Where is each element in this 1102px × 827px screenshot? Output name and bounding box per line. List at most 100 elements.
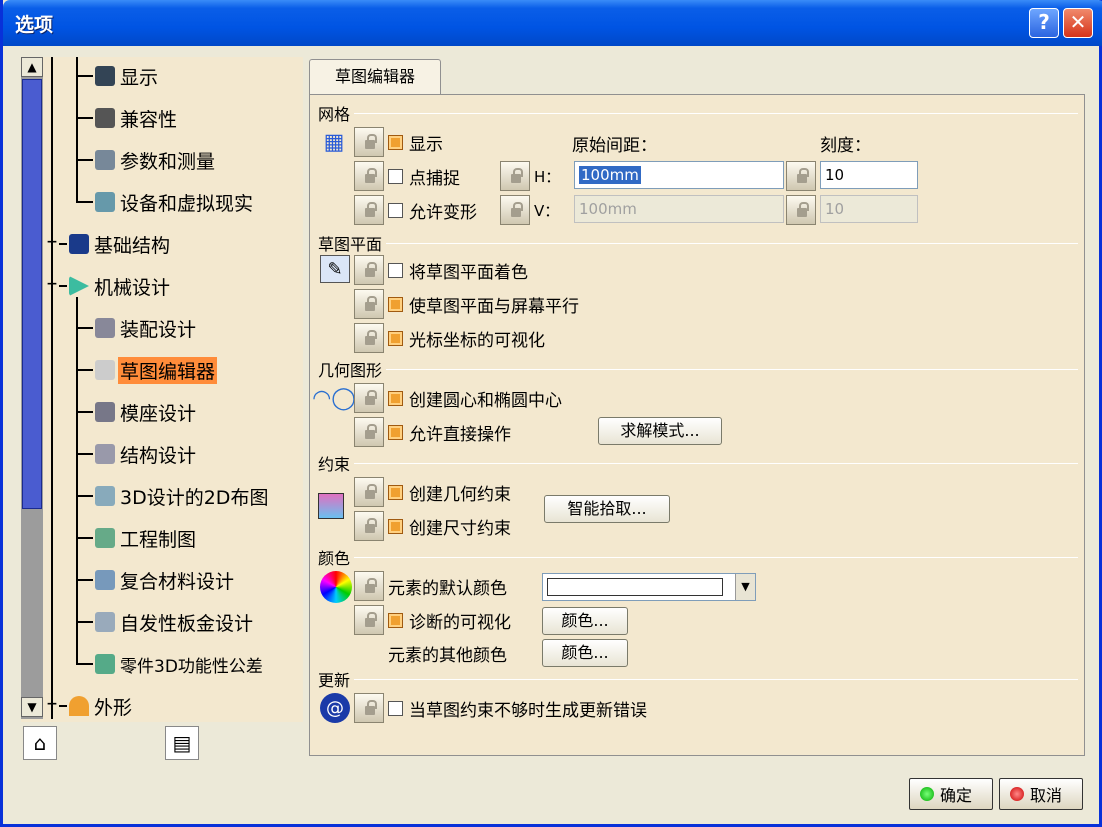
parallel-screen-checkbox[interactable] [388,296,403,312]
h-label: H： [534,167,561,186]
shade-plane-row: 将草图平面着色 [354,255,528,285]
tree-scrollbar[interactable]: ▲ ▼ [21,57,43,719]
window-title: 选项 [15,14,54,36]
tree-item-label: 外形 [94,696,133,719]
h-grad-lock [786,161,820,191]
lock-icon[interactable] [354,161,384,191]
default-color-row: 元素的默认颜色 [354,571,507,601]
grid-display-checkbox[interactable] [388,134,403,150]
smartpick-button[interactable]: 智能拾取... [544,495,670,523]
tree-item-sketcher[interactable]: 草图编辑器 [77,355,218,385]
expand-icon[interactable]: + [46,235,58,249]
tree-item-sheetmetal[interactable]: 自发性板金设计 [77,607,255,637]
lock-icon[interactable] [354,127,384,157]
options-tree: ▲ ▼ 显示 兼容性 参数和测量 设备和虚拟现实 + 基础结构 − 机械设计 装… [21,57,303,722]
h-spacing-row: H： [500,161,560,191]
tree-item-label: 工程制图 [120,528,197,551]
lock-icon[interactable] [354,255,384,285]
lock-icon[interactable] [354,417,384,447]
lock-icon[interactable] [786,195,816,225]
update-error-checkbox[interactable] [388,700,403,716]
tree-line [51,57,53,719]
lock-icon[interactable] [354,693,384,723]
tab-sketcher[interactable]: 草图编辑器 [309,59,441,95]
lock-icon[interactable] [786,161,816,191]
tree-item-drafting[interactable]: 工程制图 [77,523,198,553]
options-window: 选项 ? ✕ ▲ ▼ 显示 兼容性 参数和测量 设备和虚拟现实 + 基础结构 −… [0,0,1102,827]
sheetmetal-icon [95,612,115,632]
collapse-icon[interactable]: − [46,277,58,291]
solving-mode-button[interactable]: 求解模式... [598,417,722,445]
h-spacing-input[interactable]: 100mm [574,161,784,189]
constraint-icon [318,493,344,519]
circle-center-icon: ◠◯ [312,385,356,411]
scroll-up-button[interactable]: ▲ [21,57,43,77]
dimensional-constraints-checkbox[interactable] [388,518,403,534]
lock-icon[interactable] [354,323,384,353]
tree-item-display[interactable]: 显示 [77,61,160,91]
sketcher-options-panel: 网格 ▦ 显示 原始间距： 刻度： 点捕捉 H： 100mm 10 允许变形 V… [309,94,1085,756]
tree-item-label: 3D设计的2D布图 [120,486,269,509]
scroll-down-button[interactable]: ▼ [21,697,43,717]
update-section-title: 更新 [318,667,1078,691]
tree-item-layout[interactable]: 3D设计的2D布图 [77,481,270,511]
update-error-label: 当草图约束不够时生成更新错误 [409,700,647,721]
dimensional-constraints-label: 创建尺寸约束 [409,518,511,539]
tree-item-structure[interactable]: 结构设计 [77,439,198,469]
mechanical-design-icon [69,276,89,296]
geometric-constraints-label: 创建几何约束 [409,484,511,505]
lock-icon[interactable] [354,477,384,507]
cursor-coords-checkbox[interactable] [388,330,403,346]
default-color-select[interactable]: ▼ [542,573,756,601]
snap-checkbox[interactable] [388,168,403,184]
h-graduations-input[interactable]: 10 [820,161,918,189]
lock-icon[interactable] [354,195,384,225]
cancel-button[interactable]: 取消 [999,778,1083,810]
close-button[interactable]: ✕ [1063,8,1093,38]
tree-item-compatibility[interactable]: 兼容性 [77,103,179,133]
lock-icon[interactable] [354,511,384,541]
tree-item-composites[interactable]: 复合材料设计 [77,565,236,595]
diagnosis-checkbox[interactable] [388,612,403,628]
grid-display-row: 显示 [354,127,443,157]
other-color-button[interactable]: 颜色... [542,639,628,667]
tree-item-infrastructure[interactable]: 基础结构 [59,229,172,259]
display-icon [95,66,115,86]
lock-icon[interactable] [354,289,384,319]
tree-item-label: 显示 [120,66,159,89]
infrastructure-icon [69,234,89,254]
chevron-down-icon[interactable]: ▼ [735,574,755,600]
tree-item-tolerance[interactable]: 零件3D功能性公差 [77,649,265,679]
lock-icon[interactable] [354,383,384,413]
constraint-section-title: 约束 [318,451,1078,475]
scroll-thumb[interactable] [22,79,42,509]
ok-button[interactable]: 确定 [909,778,993,810]
color-swatch [547,578,723,596]
tree-item-label: 装配设计 [120,318,197,341]
tree-item-mold[interactable]: 模座设计 [77,397,198,427]
tree-item-parameters[interactable]: 参数和测量 [77,145,217,175]
drafting-icon [95,528,115,548]
lock-icon[interactable] [354,571,384,601]
tree-item-assembly[interactable]: 装配设计 [77,313,198,343]
tree-item-label: 结构设计 [120,444,197,467]
tree-item-label: 自发性板金设计 [120,612,254,635]
default-color-label: 元素的默认颜色 [388,578,507,599]
tree-item-shape[interactable]: 外形 [59,691,134,721]
create-centers-checkbox[interactable] [388,390,403,406]
distortion-checkbox[interactable] [388,202,403,218]
reset-settings-icon[interactable]: ▤ [165,726,199,760]
expand-icon[interactable]: + [46,697,58,711]
help-button[interactable]: ? [1029,8,1059,38]
v-spacing-input[interactable]: 100mm [574,195,784,223]
v-graduations-input[interactable]: 10 [820,195,918,223]
lock-icon[interactable] [500,195,530,225]
direct-manipulation-checkbox[interactable] [388,424,403,440]
lock-icon[interactable] [354,605,384,635]
tree-item-devices[interactable]: 设备和虚拟现实 [77,187,255,217]
shade-plane-checkbox[interactable] [388,262,403,278]
lock-icon[interactable] [500,161,530,191]
diagnosis-color-button[interactable]: 颜色... [542,607,628,635]
export-settings-icon[interactable]: ⌂ [23,726,57,760]
geometric-constraints-checkbox[interactable] [388,484,403,500]
